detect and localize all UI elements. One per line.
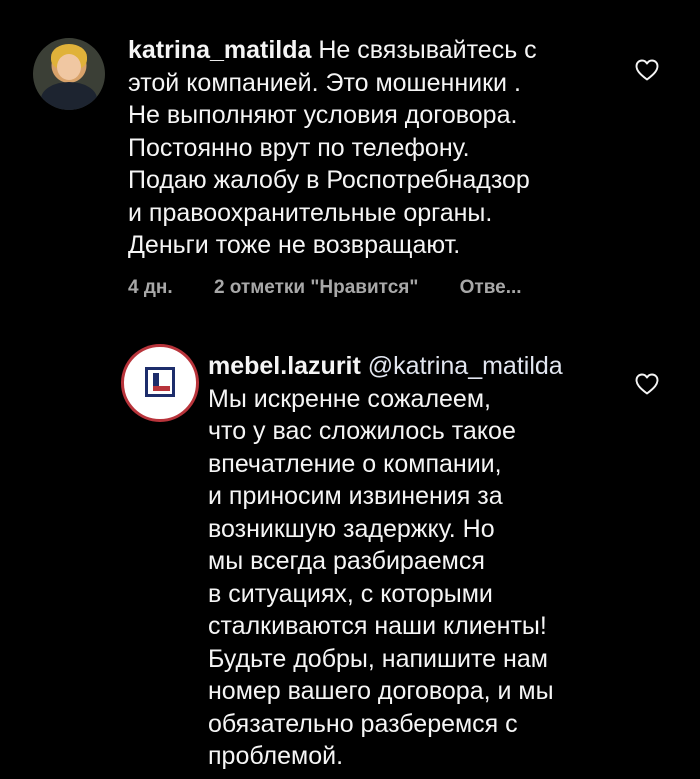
comment-line: проблемой. — [208, 742, 344, 770]
comment-meta: 4 дн. 2 отметки "Нравится" Отве... — [128, 277, 558, 299]
comment-time: 4 дн. — [128, 277, 173, 298]
comment-text: mebel.lazurit @katrina_matilda Мы искрен… — [208, 350, 563, 773]
comment-line: Деньги тоже не возвращают. — [128, 231, 461, 259]
comment-line: и приносим извинения за — [208, 482, 503, 510]
comment-line: mebel.lazurit @katrina_matilda — [208, 350, 563, 383]
comment-line: Мы искренне сожалеем, — [208, 384, 491, 413]
comment-line: Подаю жалобу в Роспотребнадзор — [128, 166, 530, 194]
comment-line: мы всегда разбираемся — [208, 547, 485, 575]
username[interactable]: mebel.lazurit — [208, 352, 361, 380]
comment-line: katrina_matilda Не связывайтесь с — [128, 34, 537, 67]
likes-count[interactable]: 2 отметки "Нравится" — [214, 277, 418, 298]
username[interactable]: katrina_matilda — [128, 36, 311, 64]
heart-outline-icon[interactable] — [635, 373, 659, 395]
comment-line: что у вас сложилось такое — [208, 417, 516, 445]
mention-link[interactable]: @katrina_matilda — [368, 352, 563, 380]
comment-line-text: Не связывайтесь с — [318, 36, 537, 64]
heart-outline-icon[interactable] — [635, 59, 659, 81]
logo-bar — [153, 386, 170, 391]
comment-text: katrina_matilda Не связывайтесь с этой к… — [128, 34, 537, 262]
comment-line: впечатление о компании, — [208, 449, 502, 478]
avatar-body — [41, 82, 97, 110]
comment-line: Не выполняют условия договора. — [128, 101, 518, 129]
avatar[interactable] — [33, 38, 105, 110]
comment-line: в ситуациях, с которыми — [208, 579, 493, 608]
comment-line: Будьте добры, напишите нам — [208, 644, 548, 673]
avatar[interactable] — [124, 347, 196, 419]
comment-line: номер вашего договора, и мы — [208, 677, 554, 705]
lazurit-logo — [145, 367, 175, 397]
comment-line: сталкиваются наши клиенты! — [208, 612, 547, 640]
comment-line: этой компанией. Это мошенники . — [128, 68, 521, 97]
comment-line: и правоохранительные органы. — [128, 198, 493, 227]
comment-line: возникшую задержку. Но — [208, 514, 495, 543]
comment-line: Постоянно врут по телефону. — [128, 133, 470, 162]
reply-button[interactable]: Отве... — [460, 277, 522, 298]
comment-line: обязательно разберемся с — [208, 709, 518, 738]
avatar-face — [57, 54, 81, 80]
